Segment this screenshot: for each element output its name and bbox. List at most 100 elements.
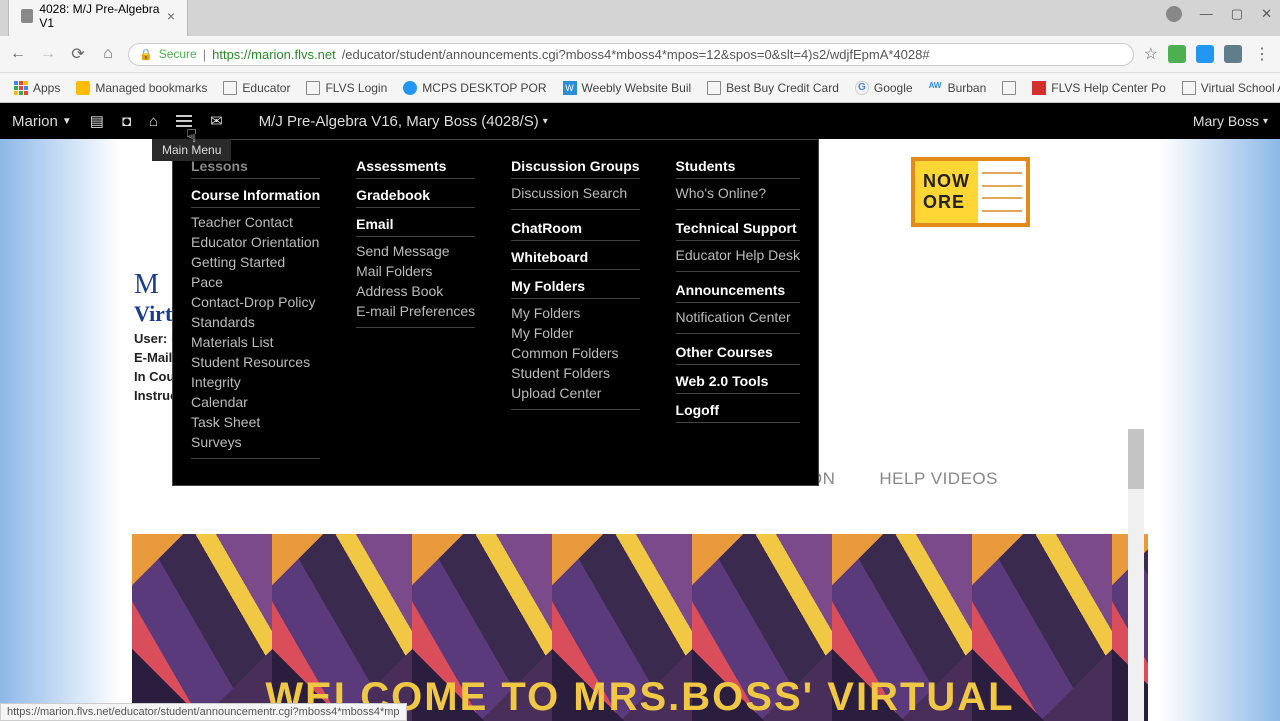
extension-icon-1[interactable] xyxy=(1168,45,1186,63)
home-icon[interactable]: ⌂ xyxy=(98,45,118,63)
vertical-scrollbar[interactable] xyxy=(1128,429,1144,721)
know-more-widget[interactable]: NOW ORE xyxy=(911,157,1030,227)
bm-virtual-admin[interactable]: Virtual School Admin xyxy=(1176,78,1280,98)
help-icon xyxy=(1032,81,1046,95)
menu-calendar[interactable]: Calendar xyxy=(191,392,320,412)
menu-mail-folders[interactable]: Mail Folders xyxy=(356,261,475,281)
menu-materials[interactable]: Materials List xyxy=(191,332,320,352)
menu-student-resources[interactable]: Student Resources xyxy=(191,352,320,372)
mega-col-3: Discussion Groups Discussion Search Chat… xyxy=(493,154,657,465)
bm-mcps[interactable]: MCPS DESKTOP POR xyxy=(397,78,552,98)
menu-educator-orientation[interactable]: Educator Orientation xyxy=(191,232,320,252)
menu-standards[interactable]: Standards xyxy=(191,312,320,332)
user-label: User: xyxy=(134,331,167,346)
reload-icon[interactable]: ⟳ xyxy=(68,44,88,64)
menu-discussion-heading[interactable]: Discussion Groups xyxy=(511,154,639,179)
bm-weebly[interactable]: WWeebly Website Buil xyxy=(557,78,698,98)
menu-students-heading[interactable]: Students xyxy=(676,154,801,179)
doc-icon xyxy=(1182,81,1196,95)
menu-course-info-heading[interactable]: Course Information xyxy=(191,183,320,208)
doc-icon xyxy=(223,81,237,95)
course-selector[interactable]: M/J Pre-Algebra V16, Mary Boss (4028/S) … xyxy=(259,113,548,130)
menu-chatroom-heading[interactable]: ChatRoom xyxy=(511,216,639,241)
window-minimize-icon[interactable]: — xyxy=(1200,6,1213,22)
mail-icon[interactable]: ✉ xyxy=(210,112,223,130)
menu-getting-started[interactable]: Getting Started xyxy=(191,252,320,272)
menu-help-desk[interactable]: Educator Help Desk xyxy=(676,245,801,265)
extension-icon-3[interactable] xyxy=(1224,45,1242,63)
menu-upload-center[interactable]: Upload Center xyxy=(511,383,639,403)
menu-logoff[interactable]: Logoff xyxy=(676,398,801,423)
scrollbar-thumb[interactable] xyxy=(1128,429,1144,489)
menu-separator xyxy=(676,271,801,272)
bm-google[interactable]: GGoogle xyxy=(849,78,919,98)
window-close-icon[interactable]: ✕ xyxy=(1261,6,1272,22)
bm-burban[interactable]: AWBurban xyxy=(923,78,993,98)
mega-col-2: Assessments Gradebook Email Send Message… xyxy=(338,154,493,465)
menu-gradebook-heading[interactable]: Gradebook xyxy=(356,183,475,208)
menu-address-book[interactable]: Address Book xyxy=(356,281,475,301)
menu-separator xyxy=(511,409,639,410)
menu-web20-heading[interactable]: Web 2.0 Tools xyxy=(676,369,801,394)
menu-common-folders[interactable]: Common Folders xyxy=(511,343,639,363)
menu-my-folder[interactable]: My Folder xyxy=(511,323,639,343)
tab-close-icon[interactable]: × xyxy=(167,8,175,24)
bm-flvs-login[interactable]: FLVS Login xyxy=(300,78,393,98)
brand-menu[interactable]: Marion▼ xyxy=(12,113,72,130)
menu-separator xyxy=(191,458,320,459)
tab-favicon xyxy=(21,9,33,23)
url-input[interactable]: 🔒 Secure | https://marion.flvs.net /educ… xyxy=(128,43,1134,66)
tab-help[interactable]: HELP VIDEOS xyxy=(879,469,998,489)
user-menu[interactable]: Mary Boss▾ xyxy=(1193,113,1268,129)
secure-label: Secure xyxy=(159,47,197,61)
profile-icon[interactable] xyxy=(1166,6,1182,22)
menu-surveys[interactable]: Surveys xyxy=(191,432,320,452)
menu-other-courses-heading[interactable]: Other Courses xyxy=(676,340,801,365)
menu-notification-center[interactable]: Notification Center xyxy=(676,307,801,327)
menu-send-message[interactable]: Send Message xyxy=(356,241,475,261)
menu-contact-drop[interactable]: Contact-Drop Policy xyxy=(191,292,320,312)
menu-task-sheet[interactable]: Task Sheet xyxy=(191,412,320,432)
menu-pace[interactable]: Pace xyxy=(191,272,320,292)
menu-tech-heading[interactable]: Technical Support xyxy=(676,216,801,241)
doc-icon xyxy=(306,81,320,95)
menu-student-folders[interactable]: Student Folders xyxy=(511,363,639,383)
browser-chrome: 4028: M/J Pre-Algebra V1 × — ▢ ✕ ← → ⟳ ⌂… xyxy=(0,0,1280,103)
book-icon[interactable]: ▤ xyxy=(90,112,104,130)
menu-my-folders[interactable]: My Folders xyxy=(511,303,639,323)
chrome-menu-icon[interactable]: ⋮ xyxy=(1252,44,1272,64)
tab-bar: 4028: M/J Pre-Algebra V1 × — ▢ ✕ xyxy=(0,0,1280,36)
bookmark-star-icon[interactable]: ☆ xyxy=(1144,44,1158,64)
extension-icon-2[interactable] xyxy=(1196,45,1214,63)
bm-bestbuy[interactable]: Best Buy Credit Card xyxy=(701,78,845,98)
bm-educator[interactable]: Educator xyxy=(217,78,296,98)
bm-blank[interactable] xyxy=(996,78,1022,98)
know-label: NOW xyxy=(923,171,970,192)
lock-icon: 🔒 xyxy=(139,48,153,61)
url-path: /educator/student/announcements.cgi?mbos… xyxy=(342,47,930,62)
menu-teacher-contact[interactable]: Teacher Contact xyxy=(191,212,320,232)
bm-help-center[interactable]: FLVS Help Center Po xyxy=(1026,78,1172,98)
menu-discussion-search[interactable]: Discussion Search xyxy=(511,183,639,203)
bg-gradient-left xyxy=(0,139,120,721)
menu-integrity[interactable]: Integrity xyxy=(191,372,320,392)
bm-managed[interactable]: Managed bookmarks xyxy=(70,78,213,98)
browser-tab[interactable]: 4028: M/J Pre-Algebra V1 × xyxy=(8,0,188,36)
bm-apps[interactable]: Apps xyxy=(8,78,66,98)
menu-whos-online[interactable]: Who's Online? xyxy=(676,183,801,203)
inbox-icon[interactable]: ◘ xyxy=(122,113,131,130)
app-bar: Marion▼ ▤ ◘ ⌂ ✉ M/J Pre-Algebra V16, Mar… xyxy=(0,103,1280,139)
menu-my-folders-heading[interactable]: My Folders xyxy=(511,274,639,299)
menu-email-heading[interactable]: Email xyxy=(356,212,475,237)
window-maximize-icon[interactable]: ▢ xyxy=(1231,6,1243,22)
apps-grid-icon xyxy=(14,81,28,95)
main-menu-button[interactable] xyxy=(176,115,192,127)
back-icon[interactable]: ← xyxy=(8,45,28,63)
menu-whiteboard-heading[interactable]: Whiteboard xyxy=(511,245,639,270)
menu-assessments-heading[interactable]: Assessments xyxy=(356,154,475,179)
window-controls: — ▢ ✕ xyxy=(1166,6,1272,22)
menu-email-prefs[interactable]: E-mail Preferences xyxy=(356,301,475,321)
status-bar: https://marion.flvs.net/educator/student… xyxy=(0,703,407,721)
home-icon[interactable]: ⌂ xyxy=(149,113,158,130)
menu-announcements-heading[interactable]: Announcements xyxy=(676,278,801,303)
